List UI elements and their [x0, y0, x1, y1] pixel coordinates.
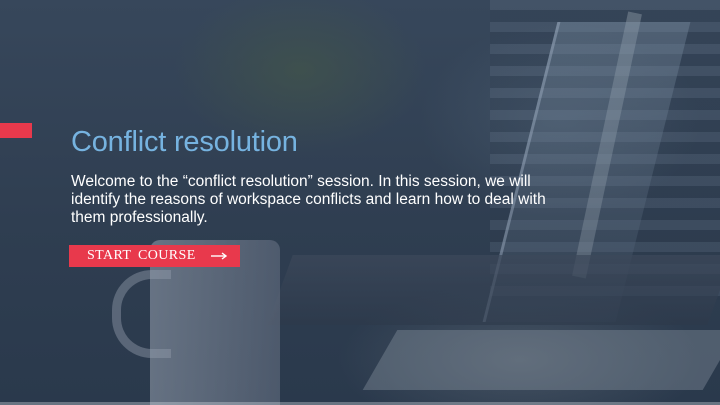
arrow-right-icon: [211, 252, 228, 260]
slide-title: Conflict resolution: [71, 126, 298, 158]
accent-bar: [0, 123, 32, 138]
course-slide: Conflict resolution Welcome to the “conf…: [0, 0, 720, 405]
background-book: [362, 330, 720, 390]
background-laptop-keyboard: [267, 255, 720, 325]
slide-description: Welcome to the “conflict resolution” ses…: [71, 173, 546, 226]
start-course-label: START COURSE: [87, 248, 196, 263]
start-course-button[interactable]: START COURSE: [69, 245, 240, 267]
